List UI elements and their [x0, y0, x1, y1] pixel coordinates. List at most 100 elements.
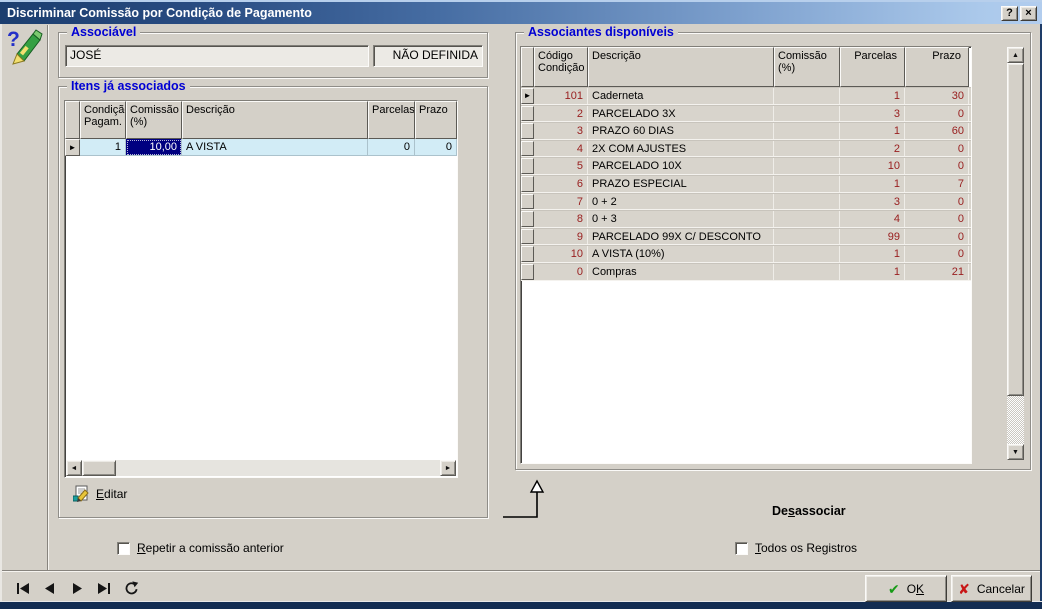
grid-cell[interactable]: PARCELADO 10X	[588, 158, 774, 174]
scrollbar-thumb[interactable]	[1007, 63, 1024, 396]
grid-cell[interactable]: 0	[905, 194, 969, 210]
scrollbar-thumb[interactable]	[82, 460, 116, 476]
grid-cell[interactable]: 4	[534, 141, 588, 157]
nav-last-button[interactable]	[91, 577, 117, 599]
grid-cell[interactable]: 4	[840, 211, 905, 227]
column-header[interactable]: Prazo	[415, 101, 457, 139]
grid-cell[interactable]: PRAZO 60 DIAS	[588, 123, 774, 139]
table-row[interactable]: 42X COM AJUSTES 20	[521, 140, 971, 158]
table-row[interactable]: 80 + 3 40	[521, 210, 971, 228]
grid-cell[interactable]: 0 + 2	[588, 194, 774, 210]
column-header[interactable]: Comissão (%)	[774, 47, 840, 87]
refresh-button[interactable]	[118, 577, 144, 599]
grid-cell[interactable]: PRAZO ESPECIAL	[588, 176, 774, 192]
grid-cell[interactable]: 21	[905, 264, 969, 280]
table-row[interactable]: ►110,00A VISTA00	[65, 139, 457, 156]
grid-cell[interactable]: 2X COM AJUSTES	[588, 141, 774, 157]
cancelar-button[interactable]: ✘ Cancelar	[951, 575, 1032, 602]
grid-cell[interactable]: Compras	[588, 264, 774, 280]
grid-cell[interactable]: 10	[840, 158, 905, 174]
table-row[interactable]: 70 + 2 30	[521, 193, 971, 211]
help-button[interactable]: ?	[1001, 6, 1018, 21]
grid-cell[interactable]: 1	[840, 246, 905, 262]
grid-cell[interactable]	[774, 88, 840, 104]
grid-cell[interactable]: Caderneta	[588, 88, 774, 104]
column-header[interactable]: Código Condição	[534, 47, 588, 87]
table-row[interactable]: 3PRAZO 60 DIAS 160	[521, 122, 971, 140]
disponiveis-vertical-scrollbar[interactable]: ▲ ▼	[1007, 47, 1024, 460]
grid-cell[interactable]	[774, 229, 840, 245]
grid-cell[interactable]: 3	[534, 123, 588, 139]
table-row[interactable]: ►101Caderneta130	[521, 87, 971, 105]
grid-cell[interactable]: 10,00	[126, 139, 182, 156]
grid-cell[interactable]: 7	[905, 176, 969, 192]
grid-cell[interactable]: 0	[905, 211, 969, 227]
grid-cell[interactable]: 6	[534, 176, 588, 192]
grid-cell[interactable]: 9	[534, 229, 588, 245]
itens-horizontal-scrollbar[interactable]: ◄ ►	[66, 460, 456, 476]
grid-cell[interactable]	[774, 264, 840, 280]
scroll-down-button[interactable]: ▼	[1007, 444, 1024, 460]
table-row[interactable]: 5PARCELADO 10X 100	[521, 157, 971, 175]
grid-cell[interactable]	[774, 176, 840, 192]
grid-cell[interactable]: 10	[534, 246, 588, 262]
title-bar[interactable]: Discriminar Comissão por Condição de Pag…	[0, 0, 1042, 24]
grid-cell[interactable]: 0	[368, 139, 415, 156]
column-header[interactable]: Parcelas	[840, 47, 905, 87]
close-button[interactable]: ×	[1020, 6, 1037, 21]
grid-cell[interactable]: 7	[534, 194, 588, 210]
grid-cell[interactable]: A VISTA (10%)	[588, 246, 774, 262]
grid-cell[interactable]: A VISTA	[182, 139, 368, 156]
grid-cell[interactable]: 1	[840, 88, 905, 104]
column-header[interactable]: Descrição	[182, 101, 368, 139]
nav-prev-button[interactable]	[37, 577, 63, 599]
grid-cell[interactable]: 0 + 3	[588, 211, 774, 227]
grid-cell[interactable]: 0	[905, 106, 969, 122]
ok-button[interactable]: ✔ OK	[865, 575, 947, 602]
grid-cell[interactable]: 0	[905, 141, 969, 157]
nav-next-button[interactable]	[64, 577, 90, 599]
grid-cell[interactable]: 2	[534, 106, 588, 122]
column-header[interactable]: Comissão (%)	[126, 101, 182, 139]
grid-cell[interactable]	[774, 141, 840, 157]
grid-cell[interactable]: 101	[534, 88, 588, 104]
grid-cell[interactable]: 8	[534, 211, 588, 227]
grid-cell[interactable]	[774, 106, 840, 122]
grid-cell[interactable]: 1	[840, 264, 905, 280]
grid-cell[interactable]: 2	[840, 141, 905, 157]
grid-cell[interactable]	[774, 194, 840, 210]
table-row[interactable]: 10A VISTA (10%)10	[521, 245, 971, 263]
grid-cell[interactable]	[774, 123, 840, 139]
grid-cell[interactable]: 99	[840, 229, 905, 245]
grid-cell[interactable]: 3	[840, 106, 905, 122]
grid-cell[interactable]: 0	[905, 158, 969, 174]
column-header[interactable]: Condição Pagam.	[80, 101, 126, 139]
table-row[interactable]: 6PRAZO ESPECIAL17	[521, 175, 971, 193]
nav-first-button[interactable]	[10, 577, 36, 599]
grid-cell[interactable]: 0	[534, 264, 588, 280]
table-row[interactable]: 0Compras 121	[521, 263, 971, 281]
grid-cell[interactable]: 5	[534, 158, 588, 174]
repetir-checkbox[interactable]	[117, 542, 130, 555]
grid-cell[interactable]: 0	[905, 246, 969, 262]
scroll-up-button[interactable]: ▲	[1007, 47, 1024, 63]
grid-cell[interactable]: 1	[80, 139, 126, 156]
table-row[interactable]: 9PARCELADO 99X C/ DESCONTO990	[521, 228, 971, 246]
grid-cell[interactable]: PARCELADO 3X	[588, 106, 774, 122]
grid-cell[interactable]: 60	[905, 123, 969, 139]
grid-cell[interactable]: PARCELADO 99X C/ DESCONTO	[588, 229, 774, 245]
todos-checkbox[interactable]	[735, 542, 748, 555]
grid-cell[interactable]	[774, 211, 840, 227]
column-header[interactable]: Descrição	[588, 47, 774, 87]
table-row[interactable]: 2PARCELADO 3X 30	[521, 105, 971, 123]
grid-cell[interactable]: 0	[415, 139, 457, 156]
scroll-right-button[interactable]: ►	[440, 460, 456, 476]
desassociar-button[interactable]: Desassociar	[772, 504, 846, 518]
scrollbar-track[interactable]	[1007, 396, 1024, 444]
grid-cell[interactable]	[774, 246, 840, 262]
grid-cell[interactable]: 1	[840, 123, 905, 139]
grid-cell[interactable]: 3	[840, 194, 905, 210]
scroll-left-button[interactable]: ◄	[66, 460, 82, 476]
column-header[interactable]: Prazo	[905, 47, 969, 87]
editar-button[interactable]: Editar	[73, 485, 127, 502]
